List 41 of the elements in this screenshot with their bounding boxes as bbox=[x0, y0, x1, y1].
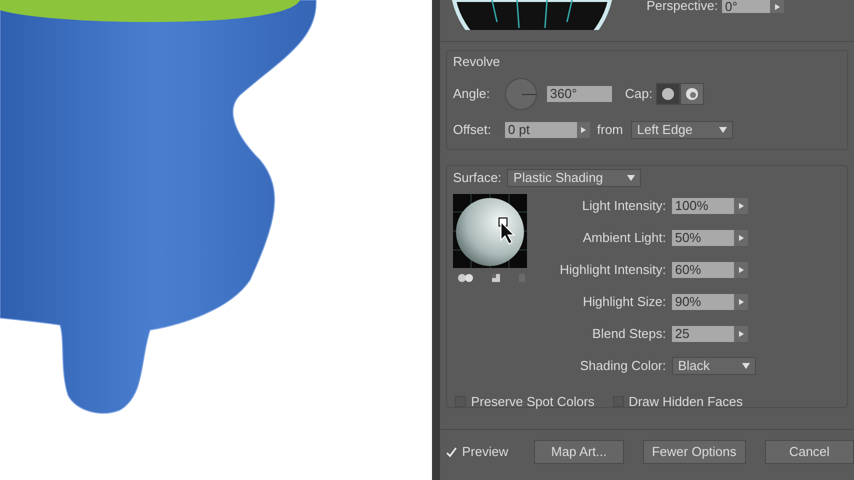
property-label: Ambient Light: bbox=[582, 229, 666, 248]
light-to-back-icon[interactable] bbox=[457, 273, 475, 283]
property-label: Shading Color: bbox=[579, 357, 666, 376]
offset-label: Offset: bbox=[453, 121, 492, 140]
perspective-label: Perspective: bbox=[646, 0, 718, 12]
solid-disc-icon bbox=[661, 87, 676, 101]
property-label: Highlight Intensity: bbox=[558, 261, 666, 280]
surface-label: Surface: bbox=[453, 169, 502, 188]
color-dropdown[interactable]: Black bbox=[672, 357, 756, 375]
dialog-button[interactable]: Cancel bbox=[764, 440, 854, 464]
angle-field[interactable]: 360° bbox=[547, 86, 612, 102]
property-label: Highlight Size: bbox=[582, 293, 666, 312]
value-field[interactable]: 100% bbox=[672, 198, 734, 214]
caret-icon bbox=[742, 363, 750, 369]
value-field[interactable]: 90% bbox=[672, 294, 734, 310]
checkbox-label[interactable]: Preserve Spot Colors bbox=[471, 392, 595, 412]
value-field[interactable]: 60% bbox=[672, 262, 734, 278]
dialog-button[interactable]: Fewer Options bbox=[642, 440, 746, 464]
surface-dropdown[interactable]: Plastic Shading bbox=[507, 169, 642, 187]
property-label: Light Intensity: bbox=[581, 197, 666, 216]
cap-on-button[interactable] bbox=[656, 83, 680, 105]
cap-off-button[interactable] bbox=[680, 83, 704, 105]
caret-icon bbox=[627, 175, 636, 181]
hollow-disc-icon bbox=[685, 87, 700, 101]
section-title: Revolve bbox=[453, 54, 501, 70]
track-sphere-drawing[interactable] bbox=[452, 0, 612, 30]
dialog-button[interactable]: Map Art... bbox=[534, 440, 624, 464]
angle-label: Angle: bbox=[453, 85, 491, 104]
offset-field[interactable]: 0 pt bbox=[505, 122, 577, 138]
checkbox-label[interactable]: Draw Hidden Faces bbox=[628, 392, 743, 412]
from-dropdown[interactable]: Left Edge bbox=[631, 121, 733, 139]
caret-icon bbox=[719, 127, 727, 133]
value-field[interactable]: 25 bbox=[672, 326, 734, 342]
light-sphere-preview[interactable] bbox=[453, 194, 527, 268]
cap-label: Cap: bbox=[625, 85, 652, 104]
from-label: from bbox=[597, 121, 623, 140]
perspective-field[interactable]: 0° bbox=[722, 0, 770, 13]
new-light-icon[interactable] bbox=[491, 273, 501, 283]
checkbox-label[interactable]: Preview bbox=[462, 442, 508, 462]
value-field[interactable]: 50% bbox=[672, 230, 734, 246]
property-label: Blend Steps: bbox=[591, 325, 666, 344]
